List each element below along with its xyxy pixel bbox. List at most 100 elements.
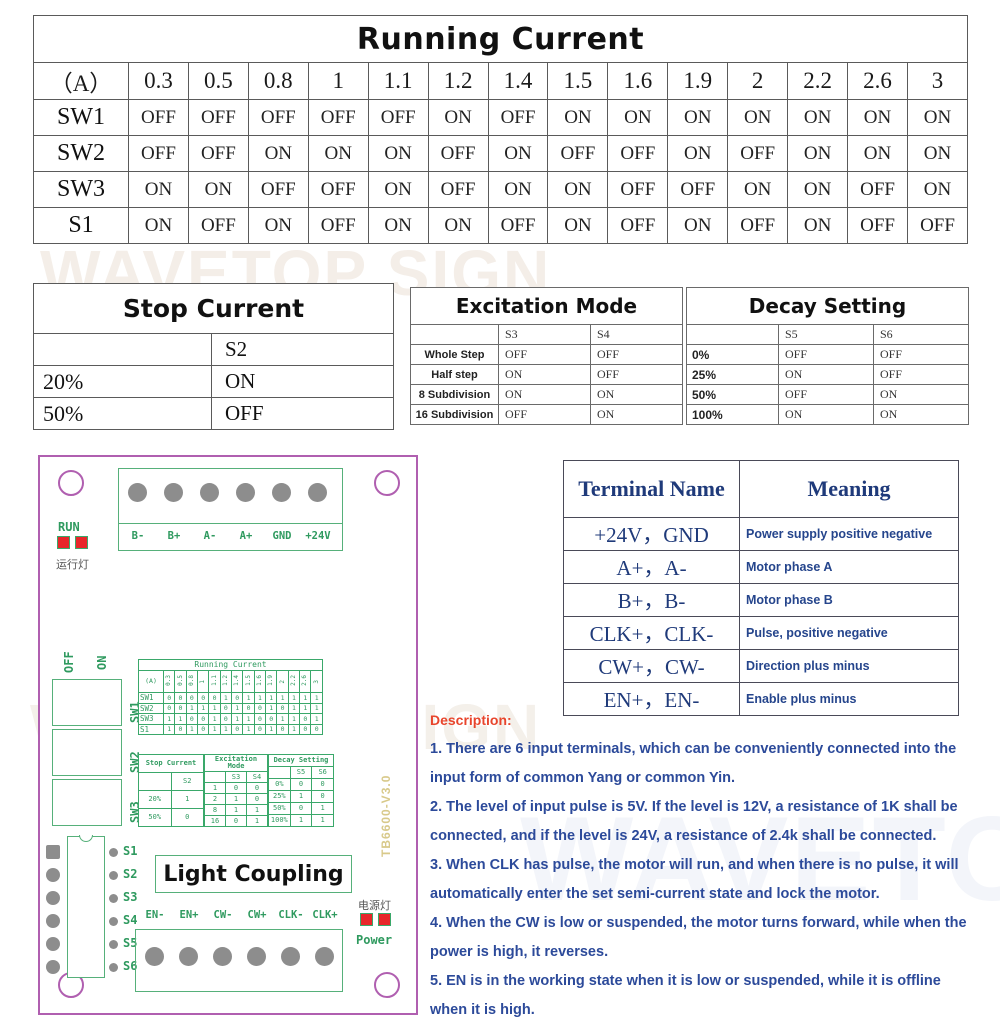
silk-exc-value: 0 [225, 815, 247, 827]
silk-cell: 1 [287, 723, 301, 735]
power-led-1 [360, 913, 373, 926]
running-current-header-cell: 0.8 [247, 62, 309, 100]
decay-setting-cell: OFF [778, 344, 874, 365]
terminal-meaning-cell: Motor phase A [739, 550, 959, 584]
bottom-terminal-pad [281, 947, 300, 966]
silk-exc-row: 210 [204, 793, 268, 805]
running-current-cell: ON [367, 171, 429, 208]
stop-current-title: Stop Current [33, 283, 394, 334]
silk-exc-value: 1 [246, 815, 268, 827]
decay-setting-row: 50% OFF ON [686, 384, 969, 405]
ic-right-pad [109, 917, 118, 926]
ic-right-pad [109, 848, 118, 857]
power-led-indicator [360, 913, 391, 926]
silk-cell: 0 [253, 713, 267, 725]
silk-decay-value: 1 [289, 790, 313, 803]
running-current-cell: OFF [247, 171, 309, 208]
silk-decay-head-s5: S5 [289, 766, 313, 779]
silk-cell: 1 [162, 723, 176, 735]
decay-setting-row-label: 25% [686, 364, 779, 385]
running-current-cell: OFF [187, 99, 249, 136]
silk-running-title: Running Current [138, 659, 323, 671]
silk-cell: 1 [265, 692, 278, 704]
running-current-cell: ON [906, 171, 969, 208]
silk-row: SW3 1 1 0 0 1 0 1 1 0 0 1 1 0 1 [138, 713, 323, 725]
running-current-cell: ON [906, 135, 969, 172]
silk-cell: 1 [208, 702, 221, 714]
running-current-header-cell: 1.6 [607, 62, 669, 100]
running-current-cell: ON [187, 171, 249, 208]
silk-cell: 0 [276, 702, 289, 714]
silk-stop-label: 50% [138, 808, 172, 827]
silk-cell: 1 [287, 713, 301, 725]
running-current-header-cell: 2.6 [847, 62, 908, 100]
silk-cell: 1 [174, 713, 187, 725]
stop-current-blank-cell [33, 333, 212, 366]
silk-exc-head-s3: S3 [225, 771, 247, 783]
excitation-mode-row-label: 8 Subdivision [410, 384, 499, 405]
excitation-mode-cell: ON [590, 384, 683, 405]
silk-cell: 1 [162, 713, 176, 725]
silk-cell: 0 [162, 702, 176, 714]
terminal-row: A+，A- Motor phase A [563, 550, 959, 584]
silk-decay-row: 25% 1 0 [268, 790, 334, 803]
terminal-name-cell: +24V，GND [563, 517, 740, 551]
running-current-header-cell: 1.9 [667, 62, 729, 100]
pcb-version-label: TB6600-V3.0 [379, 774, 393, 857]
silk-exc-value: 0 [246, 782, 268, 794]
terminal-row: +24V，GND Power supply positive negative [563, 517, 959, 551]
bottom-terminal-label: CLK- [278, 909, 304, 921]
running-current-cell: ON [367, 135, 429, 172]
silk-row-label: SW1 [138, 692, 164, 704]
running-current-cell: ON [367, 207, 429, 244]
silk-cell: 0 [253, 723, 267, 735]
running-current-row: S1 ON OFF ON OFF ON ON OFF ON OFF ON OFF ON OFF OFF [33, 207, 969, 244]
bottom-terminal-block [135, 929, 343, 992]
silk-header-cell: 1.4 [231, 670, 244, 693]
description-item: 3. When CLK has pulse, the motor will ru… [430, 857, 959, 902]
top-terminal-label: A- [203, 530, 217, 542]
silk-cell: 1 [208, 713, 221, 725]
silk-row-label: SW2 [138, 702, 164, 714]
running-current-cell: OFF [487, 99, 549, 136]
silk-cell: 0 [197, 692, 210, 704]
terminal-name-table: Terminal Name Meaning +24V，GND Power supp… [563, 460, 959, 716]
bottom-terminal-label: CW- [213, 909, 233, 921]
running-current-cell: ON [787, 171, 849, 208]
excitation-mode-table: Excitation Mode S3 S4 Whole Step OFF OFF Ha… [410, 287, 683, 425]
bottom-terminal-pad [145, 947, 164, 966]
excitation-col-header-s3: S3 [498, 324, 591, 345]
silk-decay-row: 0% 0 0 [268, 778, 334, 791]
silk-cell: 1 [265, 723, 278, 735]
running-current-row: SW1 OFF OFF OFF OFF OFF ON OFF ON ON ON ON ON ON ON [33, 99, 969, 136]
running-current-cell: ON [667, 99, 729, 136]
running-current-header-cell: 1.4 [487, 62, 549, 100]
run-led-cn-label: 运行灯 [56, 558, 89, 571]
bottom-terminal-label: EN+ [179, 909, 199, 921]
terminal-meaning-cell: Motor phase B [739, 583, 959, 617]
running-current-cell: OFF [307, 207, 369, 244]
ic-pin-label: S1 [123, 844, 138, 858]
description-title: Description: [430, 712, 512, 728]
running-current-row-label: SW3 [33, 171, 129, 208]
ic-left-pad [46, 914, 60, 928]
description-item: 1. There are 6 input terminals, which ca… [430, 741, 957, 786]
run-led-label: RUN [58, 520, 80, 534]
dip-on-label: ON [95, 655, 109, 670]
terminal-row: EN+，EN- Enable plus minus [563, 682, 959, 716]
excitation-mode-cell: OFF [590, 344, 683, 365]
stop-current-row: 20% ON [33, 365, 394, 398]
top-terminal-pad [272, 483, 291, 502]
top-terminal-label: B- [131, 530, 145, 542]
silk-header-cell: 2.6 [299, 670, 312, 693]
silk-cell: 1 [299, 692, 312, 704]
silk-decay-row: 50% 0 1 [268, 802, 334, 815]
running-current-cell: ON [128, 171, 189, 208]
silk-decay-title: Decay Setting [268, 754, 334, 767]
stop-current-table: Stop Current S2 20% ON 50% OFF [33, 283, 394, 430]
terminal-meaning-cell: Pulse, positive negative [739, 616, 959, 650]
running-current-row: SW2 OFF OFF ON ON ON OFF ON OFF OFF ON OFF ON ON ON [33, 135, 969, 172]
top-terminal-pad [164, 483, 183, 502]
top-terminal-label: A+ [239, 530, 253, 542]
silk-exc-value: 1 [225, 804, 247, 816]
